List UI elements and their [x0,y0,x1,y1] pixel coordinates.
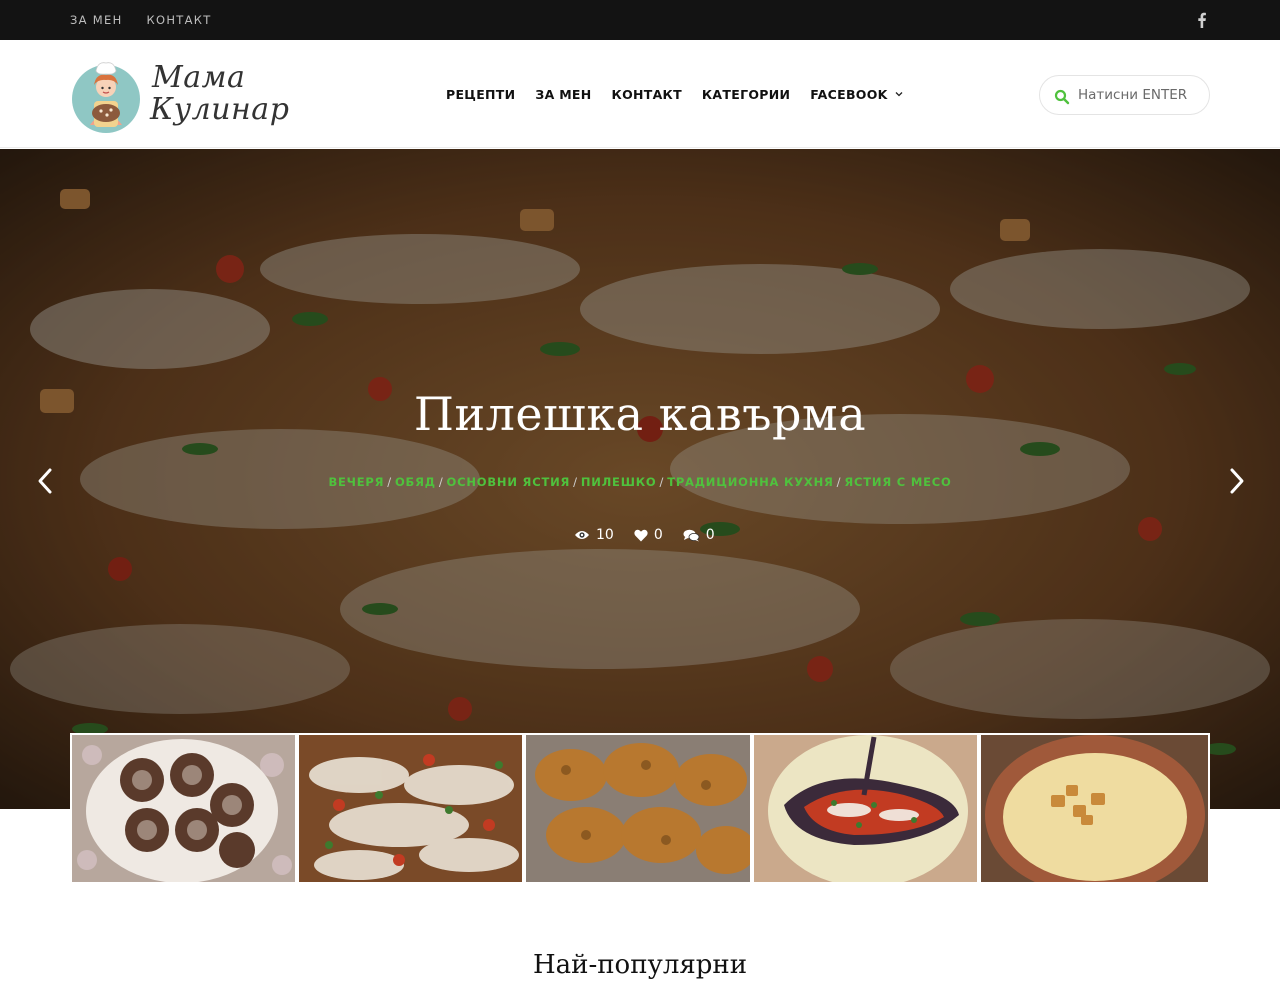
nav-item-recipes[interactable]: РЕЦЕПТИ [446,87,515,102]
category-link[interactable]: ПИЛЕШКО [581,475,657,489]
slider-thumbnail[interactable] [753,735,981,882]
facebook-icon[interactable] [1195,12,1209,28]
chef-emblem-icon [72,62,140,133]
thumbnail-image [753,735,977,882]
category-separator: / [438,475,444,489]
nav-label: КАТЕГОРИИ [701,86,791,102]
category-separator: / [659,475,665,489]
logo-text-line2: Кулинар [150,92,290,127]
thumbnail-image [980,735,1208,882]
category-link[interactable]: ЯСТИЯ С МЕСО [844,475,951,489]
views-stat: 10 [574,527,614,543]
post-stats: 10 0 0 [574,526,735,544]
top-link-contact[interactable]: КОНТАКТ [147,13,212,27]
slider-prev-arrow-icon[interactable] [34,467,56,495]
likes-count: 0 [653,527,663,543]
thumbnail-image [526,735,750,882]
hero-categories: ВЕЧЕРЯ / ОБЯД / ОСНОВНИ ЯСТИЯ / ПИЛЕШКО / ТРАДИЦ… [0,475,1280,489]
nav-item-contact[interactable]: КОНТАКТ [612,87,682,102]
likes-stat[interactable]: 0 [634,527,663,543]
slider-thumbnail[interactable] [526,735,754,882]
thumbnail-image [299,735,523,882]
section-title-popular: Най-популярни [532,950,748,980]
comments-count: 0 [705,527,715,543]
category-separator: / [836,475,842,489]
top-bar: ЗА МЕН КОНТАКТ [0,0,1280,40]
nav-label: FACEBOOK [810,86,888,102]
slider-thumbnails [70,733,1210,884]
thumbnail-image [72,735,296,882]
search-input[interactable] [1078,76,1206,114]
main-nav: РЕЦЕПТИ ЗА МЕН КОНТАКТ КАТЕГОРИИ FACEBOO… [446,40,904,148]
views-count: 10 [596,527,614,543]
heart-icon [634,529,648,541]
slider-thumbnail[interactable] [72,735,300,882]
eye-icon [575,531,589,539]
nav-item-facebook[interactable]: FACEBOOK [810,87,903,102]
category-link[interactable]: ОСНОВНИ ЯСТИЯ [447,475,571,489]
nav-item-about[interactable]: ЗА МЕН [535,87,591,102]
hero-title[interactable]: Пилешка кавърма [0,387,1280,441]
site-logo[interactable]: Мама Кулинар [70,54,289,136]
nav-label: РЕЦЕПТИ [446,86,516,102]
comments-icon [683,529,700,541]
comments-stat[interactable]: 0 [683,527,715,543]
nav-label: КОНТАКТ [611,86,682,102]
top-link-about[interactable]: ЗА МЕН [70,13,123,27]
category-separator: / [387,475,392,489]
search-box[interactable] [1039,75,1210,115]
search-icon [1054,89,1070,105]
category-link[interactable]: ВЕЧЕРЯ [328,475,384,489]
hero-slider: Пилешка кавърма ВЕЧЕРЯ / ОБЯД / ОСНОВНИ ЯСТИ… [0,149,1280,809]
slider-next-arrow-icon[interactable] [1226,467,1248,495]
chevron-down-icon [895,92,903,97]
slider-thumbnail[interactable] [980,735,1208,882]
category-link[interactable]: ТРАДИЦИОННА КУХНЯ [667,475,833,489]
nav-item-categories[interactable]: КАТЕГОРИИ [702,87,790,102]
slider-thumbnail[interactable] [299,735,527,882]
top-links: ЗА МЕН КОНТАКТ [70,0,212,40]
nav-label: ЗА МЕН [535,86,592,102]
category-separator: / [573,475,578,489]
category-link[interactable]: ОБЯД [395,475,436,489]
site-header: Мама Кулинар РЕЦЕПТИ ЗА МЕН КОНТАКТ КАТЕ… [0,40,1280,148]
logo-text-line1: Мама [152,60,246,95]
